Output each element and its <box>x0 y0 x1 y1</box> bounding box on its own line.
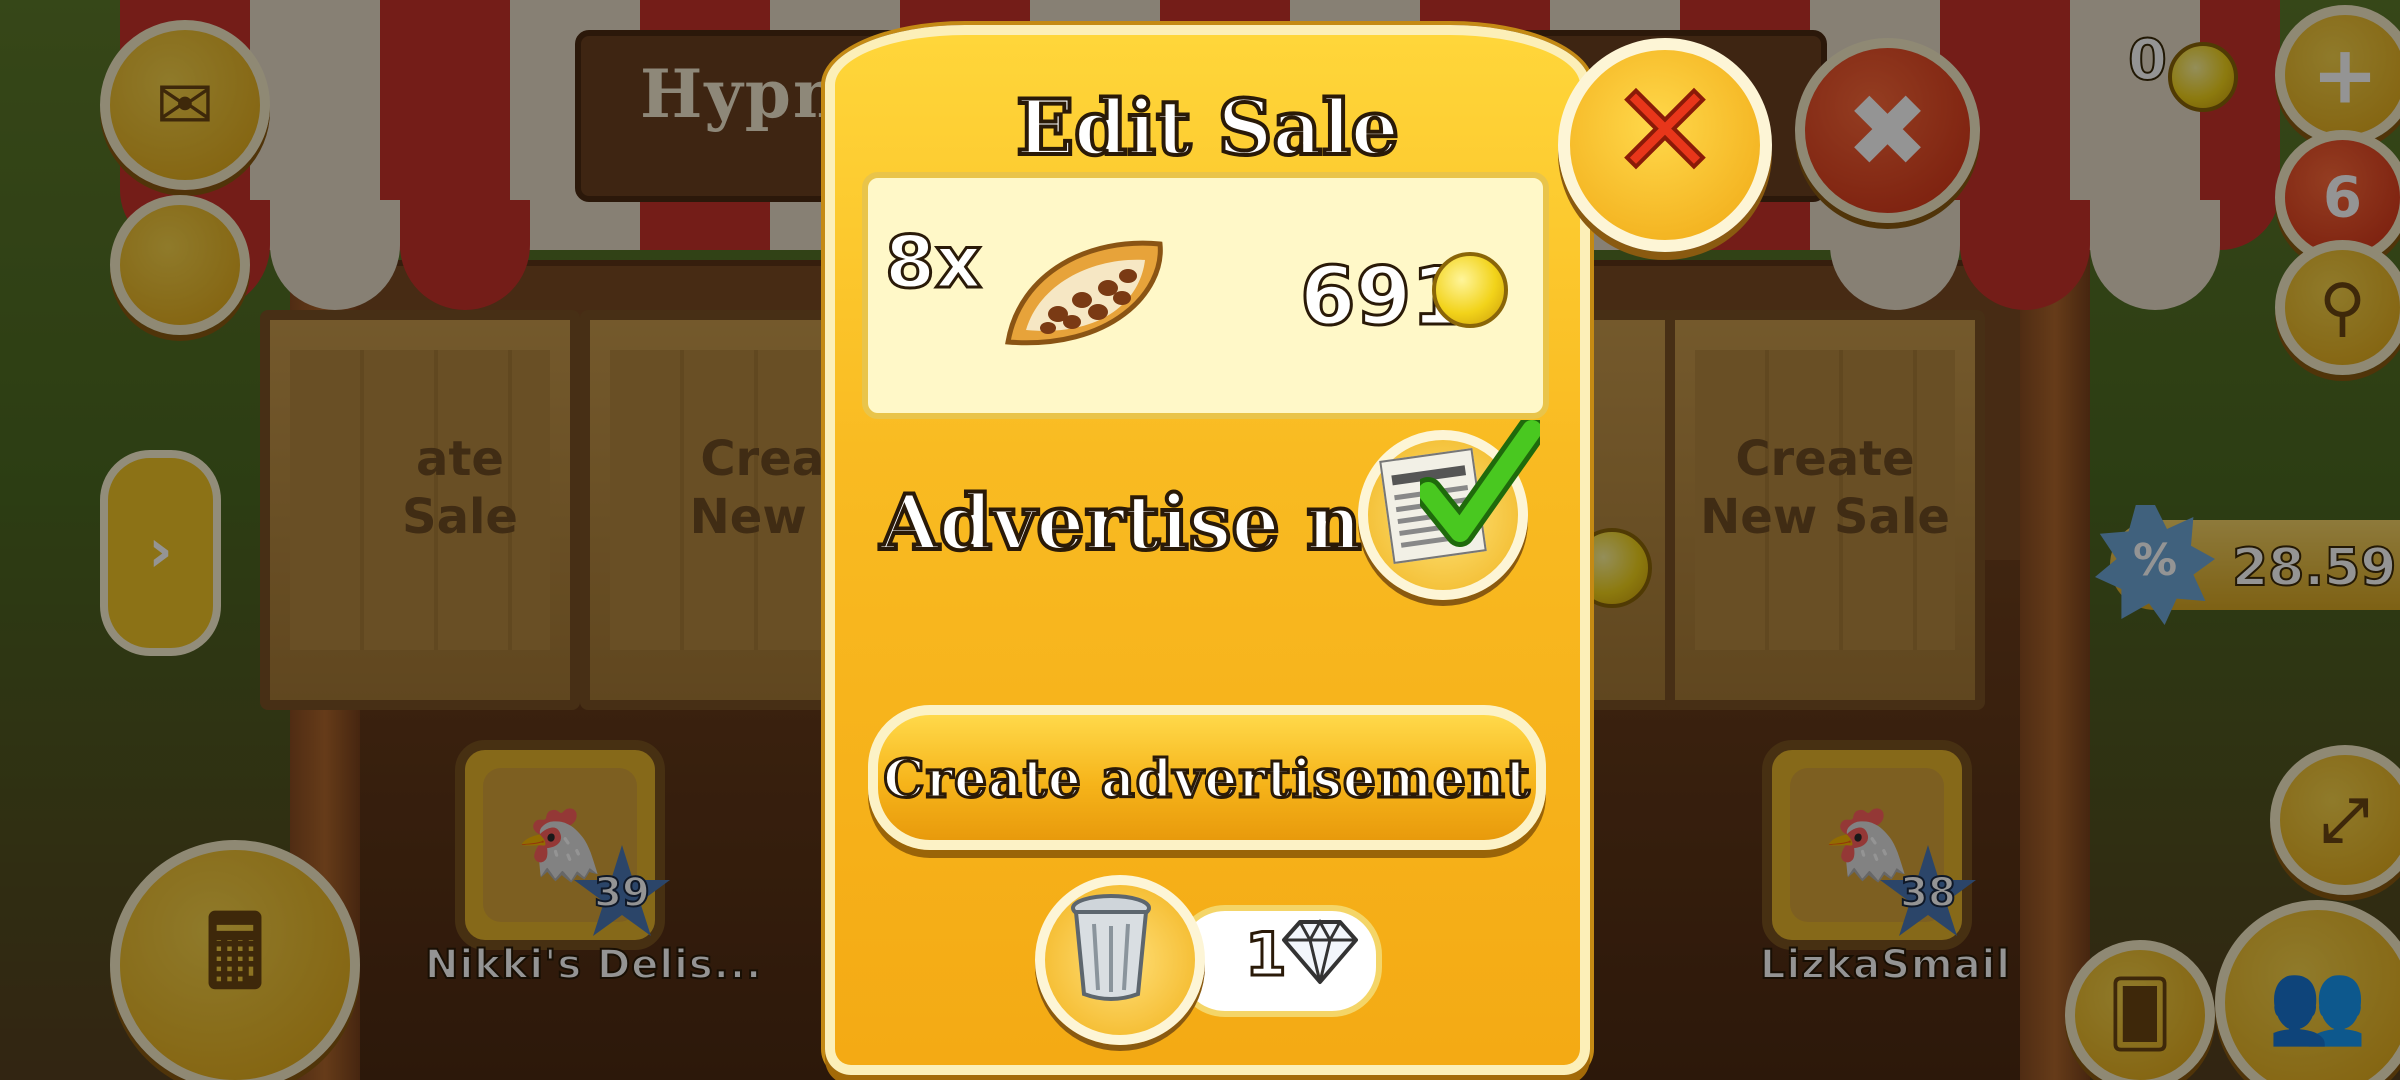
game-screen: Hypnot ate Sale Create New Sa Create New… <box>0 0 2400 1080</box>
checkmark-icon <box>1420 420 1540 547</box>
create-advertisement-label: Create advertisement <box>882 748 1532 812</box>
dialog-title: Edit Sale <box>1014 81 1401 174</box>
close-dialog-button[interactable]: ✕ <box>1558 38 1772 252</box>
cocoa-pod-icon <box>1005 240 1163 346</box>
create-advertisement-button[interactable]: Create advertisement <box>868 705 1546 850</box>
close-icon: ✕ <box>1609 55 1722 207</box>
coin-icon <box>1432 252 1508 328</box>
item-quantity: 8x <box>884 219 984 306</box>
diamond-icon <box>1282 918 1358 984</box>
trash-icon <box>1071 894 1151 1001</box>
